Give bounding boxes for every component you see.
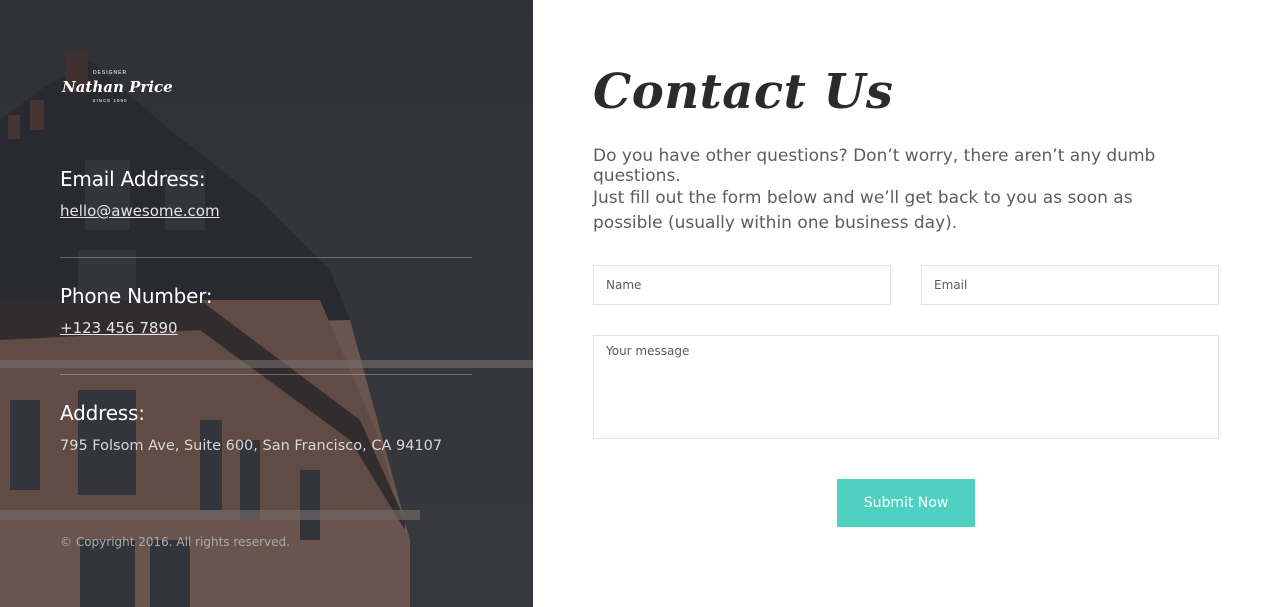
email-heading: Email Address: — [60, 167, 206, 191]
phone-link[interactable]: +123 456 7890 — [60, 319, 178, 337]
intro-text: Do you have other questions? Don’t worry… — [593, 146, 1156, 186]
email-block: Email Address: hello@awesome.com — [60, 166, 472, 221]
email-link[interactable]: hello@awesome.com — [60, 202, 220, 220]
email-input[interactable] — [921, 265, 1219, 305]
submit-button[interactable]: Submit Now — [837, 479, 975, 527]
phone-heading: Phone Number: — [60, 284, 213, 308]
copyright-text: © Copyright 2016. All rights reserved. — [60, 535, 290, 549]
name-input[interactable] — [593, 265, 891, 305]
contact-form-panel: Contact Us Do you have other questions? … — [533, 0, 1280, 607]
divider — [60, 257, 472, 258]
phone-block: Phone Number: +123 456 7890 — [60, 283, 472, 338]
logo-top-text: DESIGNER — [92, 70, 128, 76]
address-heading: Address: — [60, 401, 145, 425]
address-block: Address: 795 Folsom Ave, Suite 600, San … — [60, 400, 472, 454]
message-textarea[interactable] — [593, 335, 1219, 439]
page-title: Contact Us — [593, 64, 894, 120]
address-text: 795 Folsom Ave, Suite 600, San Francisco… — [60, 438, 443, 454]
divider — [60, 374, 472, 375]
logo-name: Nathan Price — [62, 78, 173, 96]
contact-info-panel: DESIGNER Nathan Price SINCE 1990 Email A… — [0, 0, 533, 607]
instruction-text: Just fill out the form below and we’ll g… — [593, 188, 1133, 233]
brand-logo: DESIGNER Nathan Price SINCE 1990 — [62, 70, 173, 132]
logo-since: SINCE 1990 — [92, 98, 128, 103]
